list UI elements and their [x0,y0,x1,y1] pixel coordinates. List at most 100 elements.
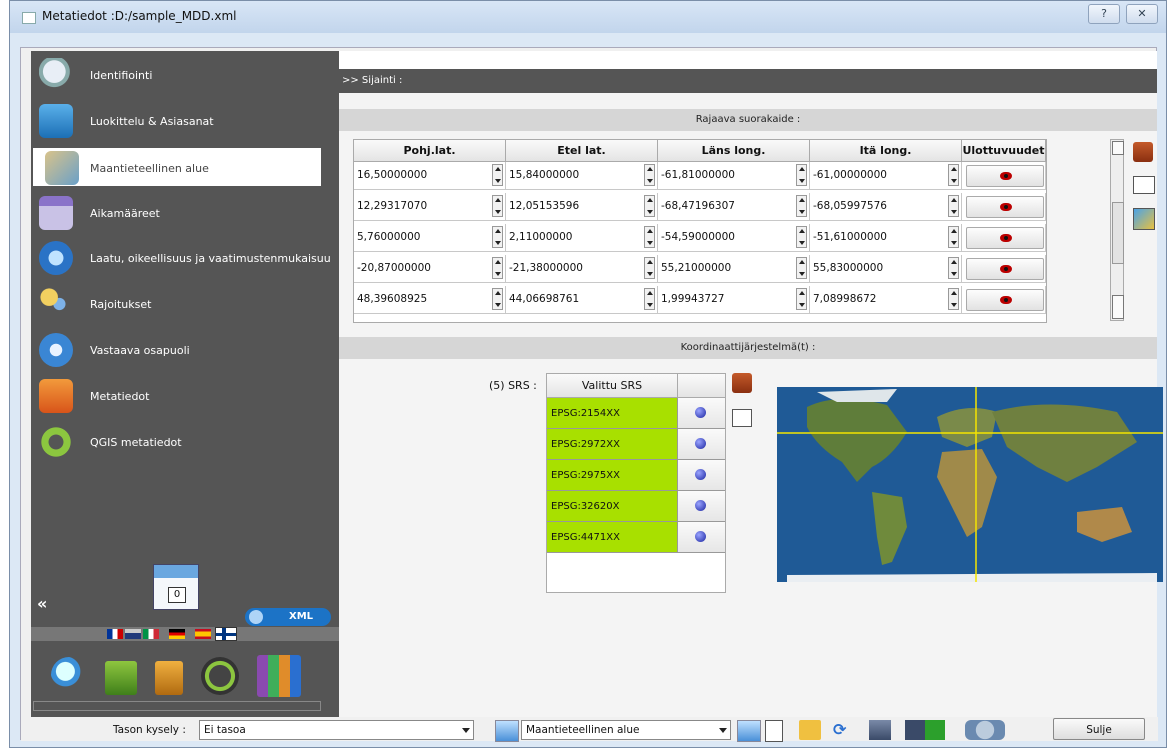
bbox-cell[interactable]: 2,11000000 [506,224,658,252]
show-extent-button[interactable] [966,196,1044,218]
flag-es-icon[interactable] [195,629,211,639]
bbox-cell[interactable]: 16,50000000 [354,162,506,190]
previous-section-button[interactable] [495,720,519,742]
new-document-icon[interactable] [765,720,783,742]
spinbox-arrows-icon[interactable] [644,164,655,186]
flag-it-icon[interactable] [143,629,159,639]
bbox-cell[interactable]: 55,83000000 [810,255,962,283]
template-icon[interactable] [201,657,239,695]
collapse-sidebar-button[interactable]: « [37,594,47,613]
spinbox-arrows-icon[interactable] [796,288,807,310]
spinbox-arrows-icon[interactable] [948,257,959,279]
spinbox-arrows-icon[interactable] [644,195,655,217]
flag-fi-icon[interactable] [215,627,237,641]
col-header-north[interactable]: Pohj.lat. [354,140,506,162]
sidebar-item-qgis-metatiedot[interactable]: QGIS metatiedot [31,422,331,460]
help-books-icon[interactable] [257,655,301,697]
srs-code[interactable]: EPSG:2154XX [547,398,678,429]
col-header-east[interactable]: Itä long. [810,140,962,162]
sidebar-item-identifiointi[interactable]: Identifiointi [31,55,331,93]
scroll-down-icon[interactable] [1112,295,1124,319]
scroll-thumb[interactable] [1112,202,1124,264]
save-as-menu-icon[interactable] [905,720,945,740]
bbox-cell[interactable]: 12,05153596 [506,193,658,221]
pick-extent-icon[interactable] [1133,208,1155,230]
bbox-cell[interactable]: 48,39608925 [354,286,506,314]
spinbox-arrows-icon[interactable] [644,288,655,310]
delete-bbox-icon[interactable] [1133,142,1153,162]
srs-select-button[interactable] [678,491,725,522]
close-button[interactable]: Sulje [1053,718,1145,740]
spinbox-arrows-icon[interactable] [796,257,807,279]
add-bbox-menu-icon[interactable] [1133,176,1155,194]
help-button[interactable]: ? [1088,4,1120,24]
srs-select-button[interactable] [678,522,725,553]
col-header-west[interactable]: Läns long. [658,140,810,162]
bbox-cell[interactable]: -20,87000000 [354,255,506,283]
bbox-cell[interactable]: -68,47196307 [658,193,810,221]
bbox-cell[interactable]: -21,38000000 [506,255,658,283]
save-icon[interactable] [869,720,891,740]
bbox-cell[interactable]: -61,00000000 [810,162,962,190]
srs-select-button[interactable] [678,429,725,460]
sidebar-item-rajoitukset[interactable]: Rajoitukset [31,284,331,322]
bbox-cell[interactable]: 55,21000000 [658,255,810,283]
spinbox-arrows-icon[interactable] [492,288,503,310]
spinbox-arrows-icon[interactable] [948,195,959,217]
srs-code[interactable]: EPSG:2972XX [547,429,678,460]
bbox-cell[interactable]: 7,08998672 [810,286,962,314]
spinbox-arrows-icon[interactable] [644,226,655,248]
xml-view-button[interactable]: XML [245,608,331,626]
bbox-cell[interactable]: 12,29317070 [354,193,506,221]
spinbox-arrows-icon[interactable] [948,288,959,310]
col-header-extent[interactable]: Ulottuvuudet [962,140,1046,162]
bbox-cell[interactable]: -68,05997576 [810,193,962,221]
bbox-cell[interactable]: -61,81000000 [658,162,810,190]
bbox-cell[interactable]: -54,59000000 [658,224,810,252]
close-window-button[interactable]: ✕ [1126,4,1158,24]
sidebar-item-aikamaareet[interactable]: Aikamääreet [31,193,331,231]
flag-de-icon[interactable] [169,629,185,639]
spinbox-arrows-icon[interactable] [492,226,503,248]
world-map[interactable] [777,387,1163,582]
show-extent-button[interactable] [966,165,1044,187]
spinbox-arrows-icon[interactable] [492,195,503,217]
sidebar-item-laatu[interactable]: Laatu, oikeellisuus ja vaatimustenmukais… [31,238,331,276]
bbox-scrollbar[interactable] [1110,139,1124,321]
refresh-icon[interactable]: ⟳ [833,720,855,740]
xml-file-icon[interactable] [105,661,137,695]
srs-code[interactable]: EPSG:2975XX [547,460,678,491]
flag-uk-icon[interactable] [125,629,141,639]
section-combo[interactable]: Maantieteellinen alue [521,720,731,740]
spinbox-arrows-icon[interactable] [948,226,959,248]
srs-column-header[interactable]: Valittu SRS [547,374,678,398]
col-header-south[interactable]: Etel lat. [506,140,658,162]
bbox-cell[interactable]: 15,84000000 [506,162,658,190]
spinbox-arrows-icon[interactable] [644,257,655,279]
delete-srs-icon[interactable] [732,373,752,393]
srs-code[interactable]: EPSG:4471XX [547,522,678,553]
srs-select-button[interactable] [678,398,725,429]
spinbox-arrows-icon[interactable] [796,226,807,248]
sidebar-item-maantieteellinen-alue[interactable]: Maantieteellinen alue [33,148,321,186]
bbox-cell[interactable]: 1,99943727 [658,286,810,314]
sidebar-item-vastaava-osapuoli[interactable]: Vastaava osapuoli [31,330,331,368]
scroll-up-icon[interactable] [1112,141,1124,155]
srs-code[interactable]: EPSG:32620X [547,491,678,522]
spinbox-arrows-icon[interactable] [492,257,503,279]
spinbox-arrows-icon[interactable] [796,164,807,186]
show-extent-button[interactable] [966,227,1044,249]
sidebar-item-metatiedot[interactable]: Metatiedot [31,376,331,414]
next-section-button[interactable] [737,720,761,742]
layer-query-combo[interactable]: Ei tasoa [199,720,474,740]
search-layer-icon[interactable] [51,657,87,693]
spinbox-arrows-icon[interactable] [948,164,959,186]
flag-fr-icon[interactable] [107,629,123,639]
bbox-cell[interactable]: 5,76000000 [354,224,506,252]
spinbox-arrows-icon[interactable] [492,164,503,186]
bbox-cell[interactable]: 44,06698761 [506,286,658,314]
add-srs-menu-icon[interactable] [732,409,752,427]
sidebar-item-luokittelu[interactable]: Luokittelu & Asiasanat [31,101,331,139]
open-folder-icon[interactable] [799,720,821,740]
spinbox-arrows-icon[interactable] [796,195,807,217]
